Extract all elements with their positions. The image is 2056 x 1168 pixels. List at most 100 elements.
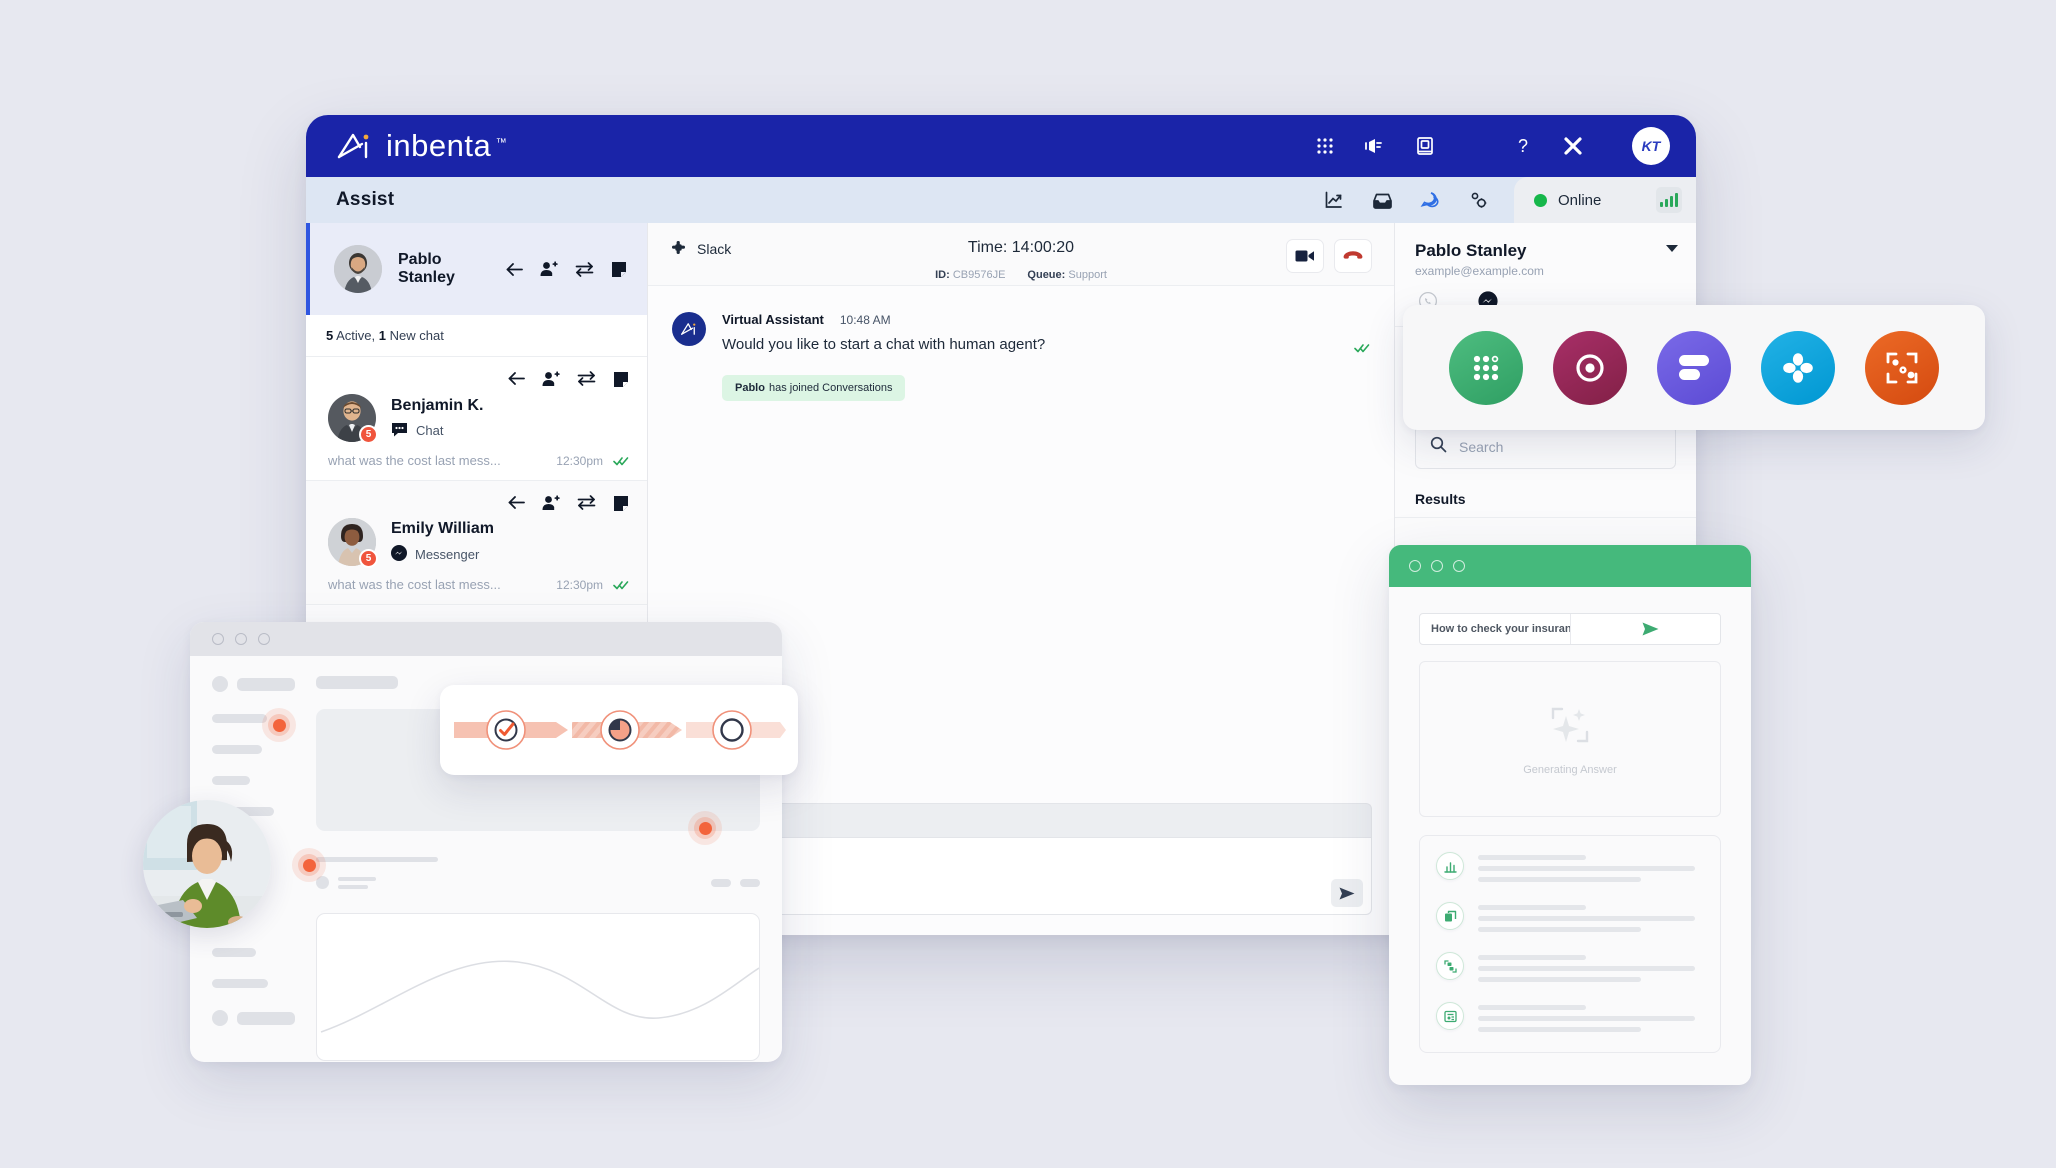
answer-query-text: How to check your insurance deductible? [1420,623,1570,635]
system-join-note: Pablo has joined Conversations [722,375,905,401]
new-count-label: New chat [390,328,444,343]
list-item[interactable] [1436,952,1704,988]
pulse-marker[interactable] [688,811,722,845]
conversation-queue: Queue: Support [1027,269,1107,281]
active-conversation-name: Pablo Stanley [398,251,490,287]
note-icon[interactable] [613,495,629,512]
status-badge[interactable]: Online [1514,177,1696,223]
chat-icon[interactable] [1413,183,1447,217]
back-arrow-icon[interactable] [506,262,523,277]
window-dot[interactable] [258,633,270,645]
avatar [334,245,382,293]
page-title: Assist [306,189,394,211]
chat-list-summary: 5 Active, 1 New chat [306,315,647,357]
apps-grid-icon[interactable] [1312,133,1338,159]
row-actions [328,495,629,512]
results-label: Results [1395,469,1696,518]
product-messenger-icon[interactable] [1657,331,1731,405]
hangup-phone-icon[interactable] [1334,239,1372,273]
product-chatbot-icon[interactable] [1761,331,1835,405]
back-arrow-icon[interactable] [508,371,525,388]
message-text: Would you like to start a chat with huma… [722,336,1045,353]
skeleton-bar [711,879,731,887]
bot-avatar [672,312,706,346]
conversation-channel: Slack [670,239,731,259]
skeleton-row [212,676,302,692]
list-item-channel: Messenger [391,545,494,564]
transfer-icon[interactable] [577,371,596,388]
add-user-icon[interactable] [540,261,558,277]
messenger-icon [391,545,407,564]
pie-circle-icon [610,720,631,741]
help-icon[interactable]: ? [1510,133,1536,159]
megaphone-icon[interactable] [1362,133,1388,159]
list-item[interactable] [1436,902,1704,938]
close-x-icon[interactable] [1560,133,1586,159]
video-camera-icon[interactable] [1286,239,1324,273]
user-avatar-initials[interactable]: KT [1632,127,1670,165]
transfer-icon[interactable] [577,495,596,512]
window-dot[interactable] [212,633,224,645]
product-icons-panel [1403,305,1985,430]
customer-name: Pablo Stanley [1415,241,1676,261]
queue-label: Queue: [1027,269,1065,281]
back-arrow-icon[interactable] [508,495,525,512]
list-item-footer: what was the cost last mess... 12:30pm [328,577,629,592]
list-item-text: Benjamin K. Chat [391,397,483,440]
note-icon[interactable] [611,261,627,278]
list-item[interactable]: 5 Benjamin K. Chat [306,357,647,481]
customer-email: example@example.com [1415,264,1676,278]
active-conversation-row[interactable]: Pablo Stanley [306,223,647,315]
inbenta-logo[interactable]: inbenta ™ [336,130,491,162]
inbox-icon[interactable] [1365,183,1399,217]
id-value: CB9576JE [953,269,1006,281]
article-icon [1436,1002,1464,1030]
join-note-name: Pablo [735,382,765,394]
inbenta-logo-mark [336,130,376,162]
skeleton-row [212,1010,302,1026]
skeleton-lines [1478,1002,1704,1038]
answer-query-field[interactable]: How to check your insurance deductible? [1419,613,1721,645]
skeleton-bar [338,885,368,889]
queue-value: Support [1068,269,1107,281]
product-knowledge-icon[interactable] [1449,331,1523,405]
read-receipt-icon [1354,343,1370,353]
window-dot[interactable] [1409,560,1421,572]
copy-icon [1436,902,1464,930]
active-count: 5 [326,328,333,343]
answer-results-list [1419,835,1721,1053]
window-dot[interactable] [1453,560,1465,572]
navbar-icon-group: ? KT [1312,127,1670,165]
product-assist-icon[interactable] [1865,331,1939,405]
skeleton-lines [1478,852,1704,888]
add-user-icon[interactable] [542,371,560,388]
chevron-down-icon[interactable] [1666,245,1678,252]
pulse-marker[interactable] [262,708,296,742]
skeleton-avatar [212,676,228,692]
book-icon[interactable] [1412,133,1438,159]
send-button[interactable] [1331,879,1363,907]
window-dot[interactable] [235,633,247,645]
analytics-icon[interactable] [1317,183,1351,217]
window-dot[interactable] [1431,560,1443,572]
chat-bubble-icon [391,422,408,440]
join-note-text: has joined Conversations [769,382,893,394]
pulse-marker[interactable] [292,848,326,882]
list-item[interactable] [1436,1002,1704,1038]
avatar: 5 [328,518,376,566]
list-item[interactable] [1436,852,1704,888]
skeleton-bar [212,948,256,957]
send-green-icon[interactable] [1570,614,1721,644]
note-icon[interactable] [613,371,629,388]
skeleton-bar [316,676,398,689]
settings-icon[interactable] [1461,183,1495,217]
call-buttons [1286,239,1372,273]
list-item[interactable]: 5 Emily William Messenger [306,481,647,605]
list-item-channel: Chat [391,422,483,440]
search-input[interactable] [1459,439,1661,455]
search-box[interactable] [1415,425,1676,469]
generating-answer-label: Generating Answer [1523,764,1617,776]
transfer-icon[interactable] [575,262,594,277]
product-search-icon[interactable] [1553,331,1627,405]
add-user-icon[interactable] [542,495,560,512]
